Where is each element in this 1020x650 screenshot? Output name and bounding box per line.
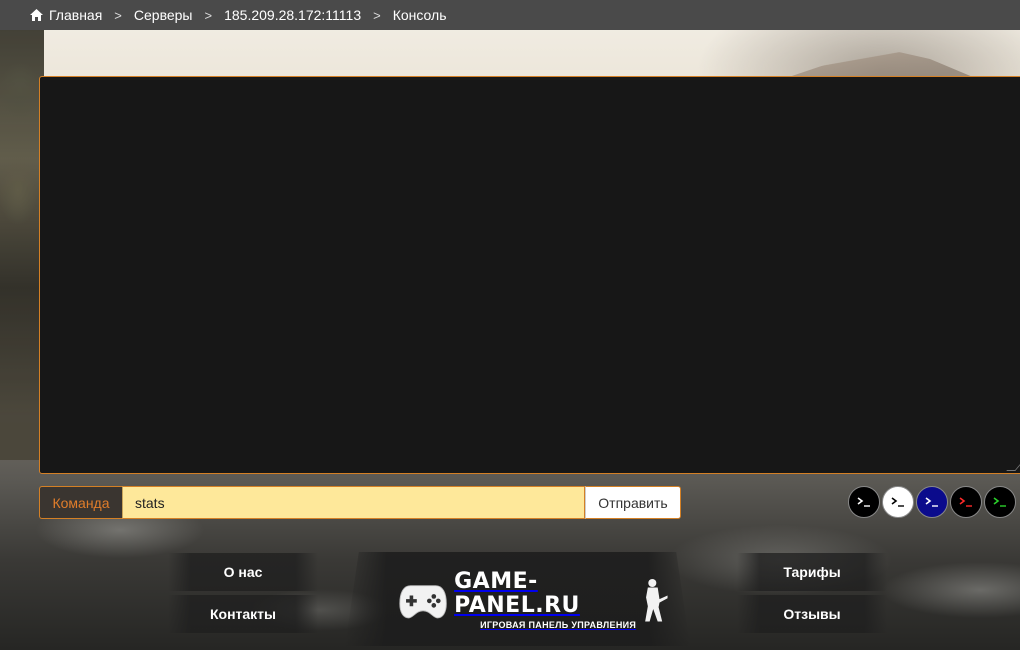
breadcrumb-home[interactable]: Главная [30,7,102,23]
footer-about-link[interactable]: О нас [168,553,318,591]
logo-subtitle: ИГРОВАЯ ПАНЕЛЬ УПРАВЛЕНИЯ [480,620,637,630]
terminal-icon [857,497,870,507]
console-output[interactable] [39,76,1020,474]
background-soldier [0,30,44,460]
resize-grip-icon[interactable] [1006,462,1020,471]
breadcrumb-server-address[interactable]: 185.209.28.172:11113 [224,7,361,23]
home-icon [30,9,43,21]
breadcrumb-console: Консоль [392,7,447,23]
breadcrumb-separator: > [114,7,122,23]
theme-blue-button[interactable] [916,486,948,518]
theme-black-button[interactable] [848,486,880,518]
breadcrumb: Главная > Серверы > 185.209.28.172:11113… [0,0,1020,30]
breadcrumb-servers[interactable]: Серверы [134,7,193,23]
breadcrumb-home-label: Главная [49,7,103,23]
theme-red-button[interactable] [950,486,982,518]
logo-title: GAME-PANEL.RU [454,569,580,618]
footer-reviews-link[interactable]: Отзывы [737,595,887,633]
theme-white-button[interactable] [882,486,914,518]
breadcrumb-separator: > [204,7,213,23]
footer-tariffs-link[interactable]: Тарифы [737,553,887,591]
send-button[interactable]: Отправить [585,486,681,519]
footer-contacts-link[interactable]: Контакты [168,595,318,633]
soldier-silhouette-icon [644,578,668,622]
breadcrumb-separator: > [373,7,381,23]
gamepad-icon [399,585,447,619]
command-label: Команда [39,486,122,519]
terminal-icon [993,497,1006,507]
command-form: Команда Отправить [39,486,681,519]
command-input[interactable] [122,486,585,519]
footer-logo[interactable]: GAME-PANEL.RU ИГРОВАЯ ПАНЕЛЬ УПРАВЛЕНИЯ [398,570,668,630]
theme-green-button[interactable] [984,486,1016,518]
console-theme-switcher [848,486,1016,518]
terminal-icon [891,497,904,507]
terminal-icon [925,497,938,507]
terminal-icon [959,497,972,507]
